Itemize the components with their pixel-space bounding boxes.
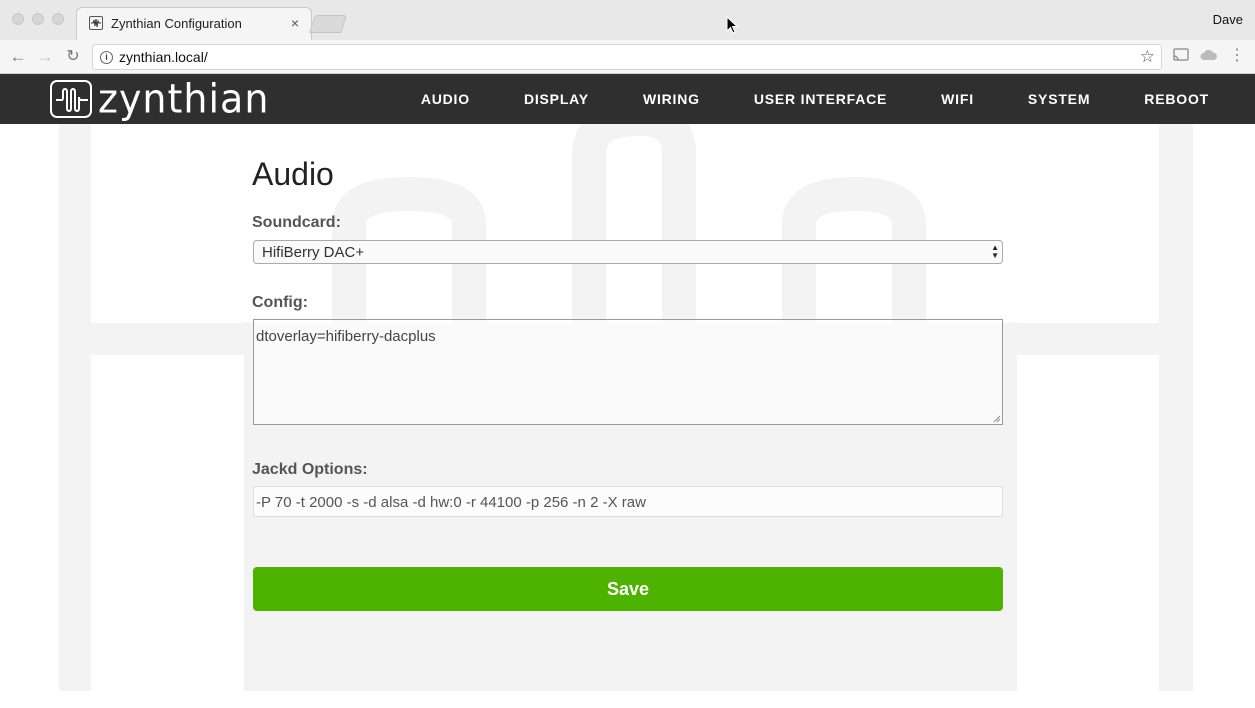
nav-system[interactable]: SYSTEM: [1028, 91, 1090, 107]
reload-icon[interactable]: ↻: [63, 47, 83, 67]
mouse-cursor-icon: [726, 16, 738, 34]
soundcard-value: HifiBerry DAC+: [262, 244, 365, 261]
nav-wifi[interactable]: WIFI: [941, 91, 974, 107]
nav-display[interactable]: DISPLAY: [524, 91, 589, 107]
save-button[interactable]: Save: [253, 567, 1003, 611]
window-close-icon[interactable]: [12, 13, 24, 25]
main-nav: AUDIO DISPLAY WIRING USER INTERFACE WIFI…: [367, 74, 1209, 124]
browser-tab[interactable]: Zynthian Configuration ×: [76, 7, 312, 40]
jackd-options-value: -P 70 -t 2000 -s -d alsa -d hw:0 -r 4410…: [256, 494, 646, 511]
nav-audio[interactable]: AUDIO: [421, 91, 470, 107]
page-body: Audio Soundcard: HifiBerry DAC+ ▲ ▼ Confi…: [0, 124, 1255, 708]
site-header: zynthian AUDIO DISPLAY WIRING USER INTER…: [0, 74, 1255, 124]
soundcard-select[interactable]: HifiBerry DAC+ ▲ ▼: [253, 240, 1003, 264]
jackd-options-input[interactable]: -P 70 -t 2000 -s -d alsa -d hw:0 -r 4410…: [253, 486, 1003, 517]
zynthian-logo[interactable]: zynthian: [50, 75, 270, 123]
page-footer-strip: [0, 691, 1255, 708]
browser-titlebar: Zynthian Configuration × Dave: [0, 0, 1255, 40]
jackd-options-label: Jackd Options:: [252, 461, 368, 478]
new-tab-button[interactable]: [309, 15, 347, 33]
page-title: Audio: [252, 156, 334, 192]
soundcard-label: Soundcard:: [252, 214, 341, 231]
cast-icon[interactable]: [1172, 48, 1190, 66]
star-icon[interactable]: ☆: [1140, 47, 1155, 67]
info-icon[interactable]: i: [100, 51, 113, 64]
profile-name[interactable]: Dave: [1213, 12, 1243, 27]
forward-icon[interactable]: →: [35, 47, 55, 67]
back-icon[interactable]: ←: [8, 47, 28, 67]
tab-title: Zynthian Configuration: [111, 16, 242, 31]
select-arrows-icon: ▲ ▼: [991, 243, 999, 260]
resize-handle-icon[interactable]: [993, 415, 1001, 423]
zynthian-favicon-icon: [89, 16, 103, 30]
browser-toolbar: ← → ↻ i zynthian.local/ ☆ ⋮: [0, 40, 1255, 74]
waveform-logo-icon: [50, 80, 92, 118]
url-text[interactable]: zynthian.local/: [119, 49, 208, 65]
window-minimize-icon[interactable]: [32, 13, 44, 25]
nav-reboot[interactable]: REBOOT: [1144, 91, 1209, 107]
cloud-icon[interactable]: [1200, 48, 1218, 66]
config-textarea[interactable]: dtoverlay=hifiberry-dacplus: [253, 319, 1003, 425]
menu-icon[interactable]: ⋮: [1228, 48, 1246, 66]
window-maximize-icon[interactable]: [52, 13, 64, 25]
logo-text: zynthian: [98, 75, 270, 123]
tab-close-icon[interactable]: ×: [291, 15, 299, 31]
nav-wiring[interactable]: WIRING: [643, 91, 700, 107]
nav-user-interface[interactable]: USER INTERFACE: [754, 91, 887, 107]
address-bar[interactable]: i zynthian.local/ ☆: [92, 44, 1162, 70]
config-label: Config:: [252, 294, 308, 311]
config-value: dtoverlay=hifiberry-dacplus: [256, 328, 436, 345]
